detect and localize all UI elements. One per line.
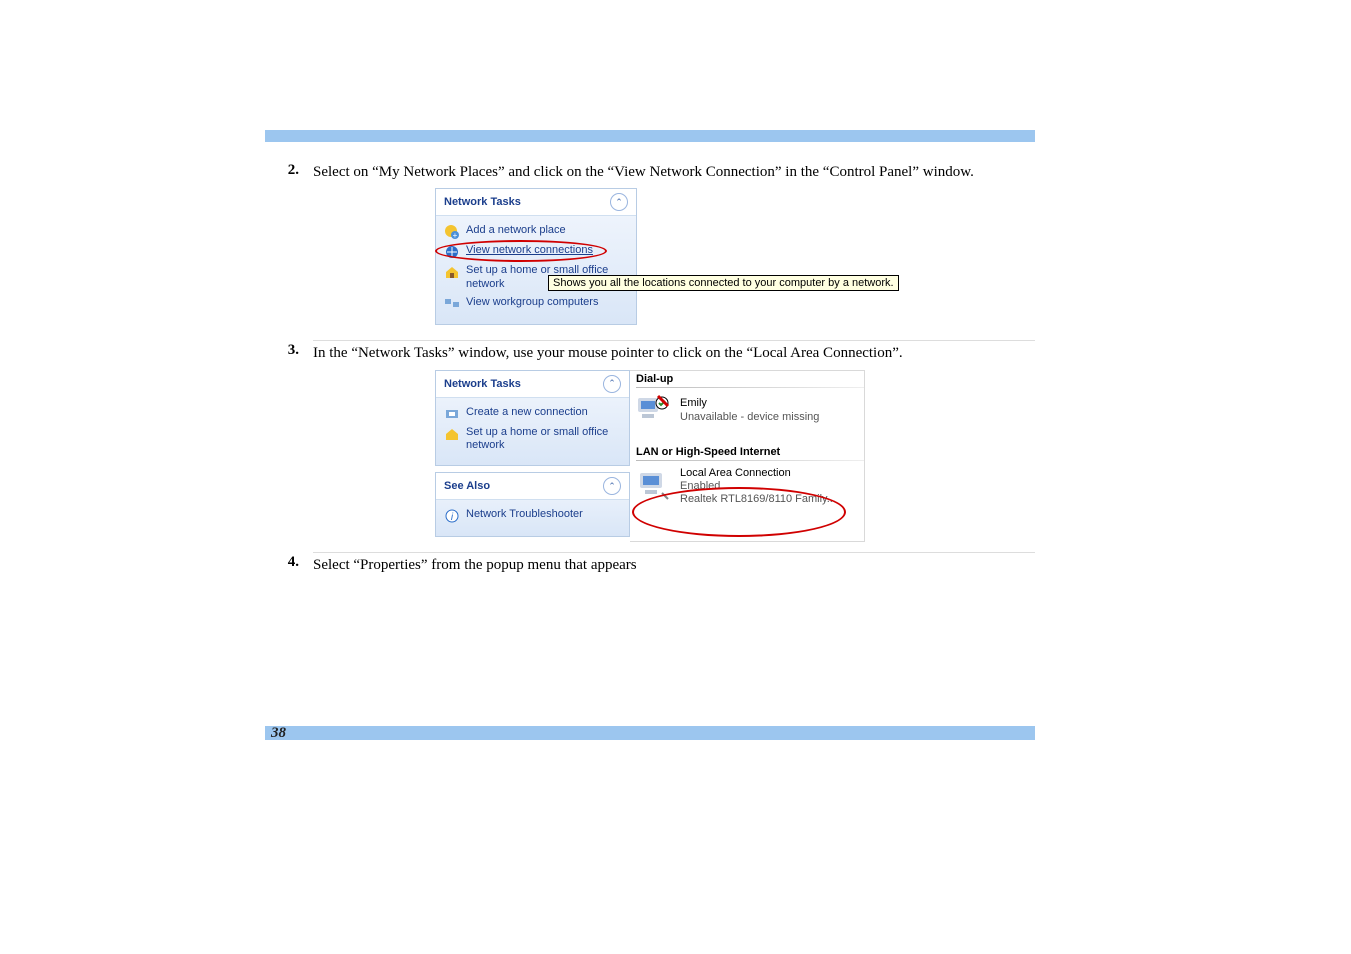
connection-local-area[interactable]: Local Area Connection Enabled Realtek RT… [636, 465, 864, 513]
connection-status: Unavailable - device missing [680, 411, 819, 424]
step-3: 3. In the “Network Tasks” window, use yo… [265, 340, 1035, 363]
header-bar [265, 130, 1035, 142]
task-view-workgroup[interactable]: View workgroup computers [444, 294, 628, 314]
task-label: Network Troubleshooter [466, 508, 583, 522]
task-label: Add a network place [466, 224, 566, 238]
figure-1: Network Tasks ⌃ + Add a network place [265, 188, 1035, 330]
collapse-icon[interactable]: ⌃ [610, 193, 628, 211]
step-4: 4. Select “Properties” from the popup me… [265, 552, 1035, 575]
connection-device: Realtek RTL8169/8110 Family... [680, 493, 836, 506]
task-label: View network connections [466, 244, 593, 258]
task-list: + Add a network place View network conne… [436, 216, 636, 324]
connection-emily[interactable]: Emily Unavailable - device missing [636, 392, 864, 434]
task-add-network-place[interactable]: + Add a network place [444, 222, 628, 242]
dialup-icon [636, 394, 672, 428]
task-setup-home-network[interactable]: Set up a home or small office network [444, 424, 621, 456]
svg-text:+: + [453, 231, 458, 240]
connections-pane: Dial-up Emily Unavailable - device missi… [630, 370, 865, 542]
step-number: 4. [265, 552, 313, 571]
task-label: View workgroup computers [466, 296, 598, 310]
step-number: 2. [265, 160, 313, 179]
category-dialup: Dial-up [636, 371, 864, 386]
divider [636, 460, 864, 461]
step-text: Select “Properties” from the popup menu … [313, 552, 1035, 575]
step-text: In the “Network Tasks” window, use your … [313, 340, 1035, 363]
task-label: Create a new connection [466, 406, 588, 420]
divider [636, 387, 864, 388]
panel-title: Network Tasks [444, 196, 521, 208]
connection-info: Emily Unavailable - device missing [680, 397, 819, 423]
connection-name: Local Area Connection [680, 467, 836, 480]
task-create-connection[interactable]: Create a new connection [444, 404, 621, 424]
network-tasks-panel: Network Tasks ⌃ + Add a network place [435, 188, 637, 325]
page-number: 38 [271, 725, 286, 742]
task-list: Create a new connection Set up a home or… [436, 398, 629, 466]
task-label: Set up a home or small office network [466, 426, 621, 454]
step-number: 3. [265, 340, 313, 359]
category-lan: LAN or High-Speed Internet [636, 444, 864, 459]
connection-info: Local Area Connection Enabled Realtek RT… [680, 467, 836, 507]
see-also-panel: See Also ⌃ i Network Troubleshooter [435, 472, 630, 537]
task-troubleshooter[interactable]: i Network Troubleshooter [444, 506, 621, 526]
step-2: 2. Select on “My Network Places” and cli… [265, 160, 1035, 182]
new-connection-icon [444, 406, 460, 422]
panel-title: Network Tasks [444, 378, 521, 390]
figure-2: Network Tasks ⌃ Create a new connection [265, 370, 1035, 542]
globe-plus-icon: + [444, 224, 460, 240]
home-network-icon [444, 264, 460, 280]
connection-name: Emily [680, 397, 819, 410]
panel-header[interactable]: Network Tasks ⌃ [436, 189, 636, 216]
collapse-icon[interactable]: ⌃ [603, 375, 621, 393]
task-view-network-connections[interactable]: View network connections [444, 242, 628, 262]
connection-status: Enabled [680, 480, 836, 493]
panel-title: See Also [444, 480, 490, 492]
document-page: 2. Select on “My Network Places” and cli… [265, 130, 1035, 581]
workgroup-icon [444, 296, 460, 312]
network-tasks-panel-2: Network Tasks ⌃ Create a new connection [435, 370, 630, 467]
panel-header[interactable]: See Also ⌃ [436, 473, 629, 500]
home-network-icon [444, 426, 460, 442]
panel-header[interactable]: Network Tasks ⌃ [436, 371, 629, 398]
collapse-icon[interactable]: ⌃ [603, 477, 621, 495]
info-icon: i [444, 508, 460, 524]
tooltip: Shows you all the locations connected to… [548, 275, 899, 291]
footer-bar [265, 726, 1035, 740]
lan-icon [636, 469, 672, 503]
left-column: Network Tasks ⌃ Create a new connection [435, 370, 630, 542]
network-icon [444, 244, 460, 260]
task-list: i Network Troubleshooter [436, 500, 629, 536]
step-text: Select on “My Network Places” and click … [313, 160, 1035, 182]
